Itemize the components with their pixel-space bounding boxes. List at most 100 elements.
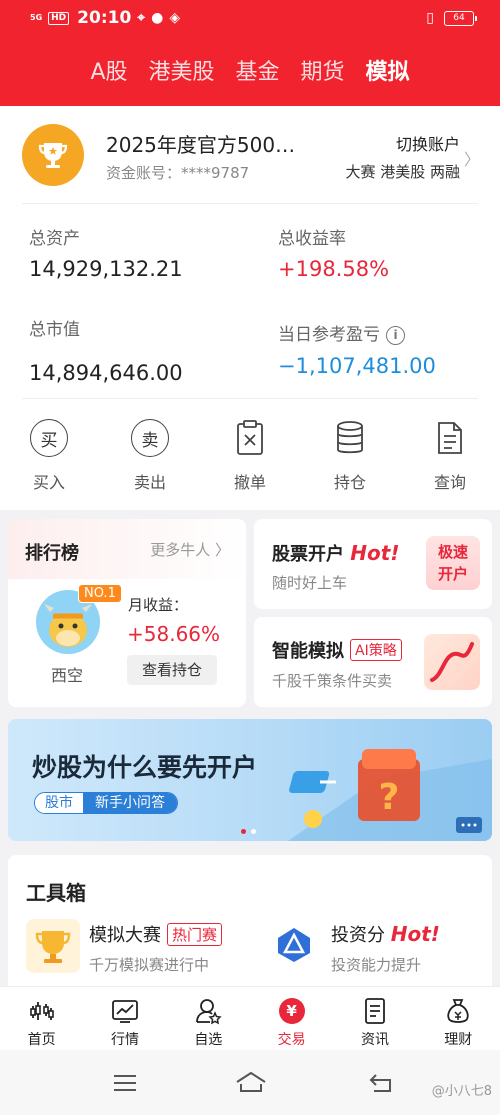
monthly-return-value: +58.66%	[127, 622, 221, 646]
buy-icon: 买	[30, 419, 68, 457]
divider	[22, 203, 478, 204]
market-tabs: A股 港美股 基金 期货 模拟	[0, 54, 500, 86]
chart-icon	[83, 997, 166, 1025]
total-return-label: 总收益率	[278, 229, 346, 249]
rank-badge: NO.1	[78, 584, 122, 603]
home-candlestick-icon	[0, 997, 83, 1025]
tab-futures[interactable]: 期货	[301, 54, 345, 86]
signal-indicator: 5G	[30, 13, 43, 22]
banner-illustration: ?	[288, 749, 492, 841]
query-label: 查询	[433, 473, 466, 492]
trophy-cup-icon[interactable]	[26, 919, 80, 973]
invest-score-title: 投资分	[331, 925, 385, 946]
nav-market-label: 行情	[110, 1032, 139, 1048]
monthly-return-label: 月收益：	[128, 596, 189, 614]
home-icon[interactable]	[234, 1070, 268, 1098]
info-icon[interactable]: i	[386, 326, 405, 345]
svg-text:?: ?	[379, 777, 400, 818]
chevron-right-icon: 〉	[214, 541, 230, 559]
tab-hk-us-stocks[interactable]: 港美股	[149, 54, 215, 86]
location-icon: ⌖	[137, 10, 146, 26]
cancel-order-button[interactable]: 撤单	[215, 418, 285, 493]
more-traders-link[interactable]: 更多牛人 〉	[150, 539, 230, 560]
nav-home[interactable]: 首页	[0, 987, 83, 1050]
nav-trade[interactable]: ¥ 交易	[250, 987, 333, 1050]
hot-label: Hot!	[350, 541, 400, 565]
banner-pagination	[241, 829, 256, 834]
banner-title: 炒股为什么要先开户	[32, 753, 258, 782]
account-id: 资金账号：****9787	[106, 162, 249, 183]
more-traders-label: 更多牛人	[150, 541, 211, 559]
top-trader-name: 西空	[51, 666, 84, 685]
diamond-icon[interactable]	[274, 925, 314, 965]
fast-open-line2: 开户	[437, 565, 468, 583]
open-account-promo[interactable]: 股票开户 Hot! 随时好上车 极速 开户	[254, 519, 492, 609]
nav-watchlist-label: 自选	[194, 1032, 223, 1048]
nav-wealth[interactable]: 理财	[417, 987, 500, 1050]
trend-chart-icon	[424, 634, 480, 690]
bottom-nav: 首页 行情 自选 ¥ 交易 资讯 理财	[0, 986, 500, 1050]
query-button[interactable]: 查询	[415, 418, 485, 493]
ranking-panel[interactable]: 排行榜 更多牛人 〉 NO.1 西空 月收益： +58.66% 查看持仓	[8, 519, 246, 707]
banner-tag: 股市 新手小问答	[34, 792, 178, 814]
sim-contest-item[interactable]: 模拟大赛 热门赛	[89, 921, 223, 947]
nav-trade-label: 交易	[277, 1032, 306, 1048]
sell-button[interactable]: 卖 卖出	[115, 418, 185, 493]
sim-contest-subtitle: 千万模拟赛进行中	[89, 956, 210, 974]
account-id-label: 资金账号：	[106, 164, 182, 182]
nav-watchlist[interactable]: 自选	[167, 987, 250, 1050]
money-bag-icon	[417, 997, 500, 1025]
fast-open-line1: 极速	[437, 543, 468, 561]
buy-button[interactable]: 买 买入	[14, 418, 84, 493]
banner-tag-faq: 新手小问答	[83, 793, 177, 813]
market-value-label: 总市值	[29, 320, 80, 340]
document-icon	[430, 418, 470, 458]
nav-wealth-label: 理财	[444, 1032, 473, 1048]
ai-simulation-title: 智能模拟 AI策略	[272, 637, 402, 663]
app-header: 5G HD 20:10 ⌖ ● ◈ ▯ 64 A股 港美股 基金 期货 模拟	[0, 0, 500, 106]
switch-account-button[interactable]: 切换账户	[396, 131, 460, 155]
tab-a-shares[interactable]: A股	[90, 54, 127, 86]
daily-pl-value: −1,107,481.00	[278, 354, 436, 378]
total-assets-label: 总资产	[29, 229, 80, 249]
chevron-right-icon[interactable]: 〉	[464, 146, 480, 170]
nav-market[interactable]: 行情	[83, 987, 166, 1050]
view-holdings-button[interactable]: 查看持仓	[127, 655, 217, 685]
promo-banner[interactable]: 炒股为什么要先开户 股市 新手小问答 ?	[8, 719, 492, 841]
user-star-icon	[167, 997, 250, 1025]
account-id-value: ****9787	[181, 164, 250, 182]
news-icon	[333, 997, 416, 1025]
invest-score-subtitle: 投资能力提升	[331, 956, 422, 974]
account-type-tags: 大赛 港美股 两融	[345, 163, 460, 181]
daily-pl-label: 当日参考盈亏 i	[278, 320, 405, 345]
nav-news[interactable]: 资讯	[333, 987, 416, 1050]
total-assets-value: 14,929,132.21	[29, 257, 183, 281]
holdings-button[interactable]: 持仓	[315, 418, 385, 493]
database-icon	[330, 418, 370, 458]
market-value-value: 14,894,646.00	[29, 361, 183, 385]
sell-icon: 卖	[131, 419, 169, 457]
banner-tag-market: 股市	[35, 793, 83, 813]
trophy-icon	[22, 124, 84, 186]
vibrate-icon: ▯	[426, 10, 434, 26]
yen-circle-icon: ¥	[278, 998, 305, 1024]
app-notification-icon: ◈	[169, 10, 181, 26]
hd-badge: HD	[48, 11, 70, 25]
daily-pl-label-text: 当日参考盈亏	[278, 325, 380, 345]
ai-simulation-promo[interactable]: 智能模拟 AI策略 千股千策条件买卖	[254, 617, 492, 707]
back-icon[interactable]	[368, 1072, 394, 1098]
open-account-title-text: 股票开户	[272, 544, 344, 565]
toolbox-title: 工具箱	[26, 881, 86, 905]
invest-score-item[interactable]: 投资分 Hot!	[331, 921, 440, 947]
tab-simulation[interactable]: 模拟	[366, 54, 410, 86]
menu-icon[interactable]	[112, 1072, 138, 1098]
status-bar: 5G HD 20:10 ⌖ ● ◈ ▯ 64	[0, 0, 500, 38]
hot-label: Hot!	[390, 922, 440, 946]
system-nav-bar	[0, 1050, 500, 1115]
chat-bubble-icon: ●	[151, 10, 164, 26]
ai-strategy-tag: AI策略	[350, 639, 402, 661]
nav-home-label: 首页	[27, 1032, 56, 1048]
battery-icon: 64	[444, 10, 477, 26]
account-name: 2025年度官方500…	[106, 133, 296, 157]
tab-funds[interactable]: 基金	[236, 54, 280, 86]
